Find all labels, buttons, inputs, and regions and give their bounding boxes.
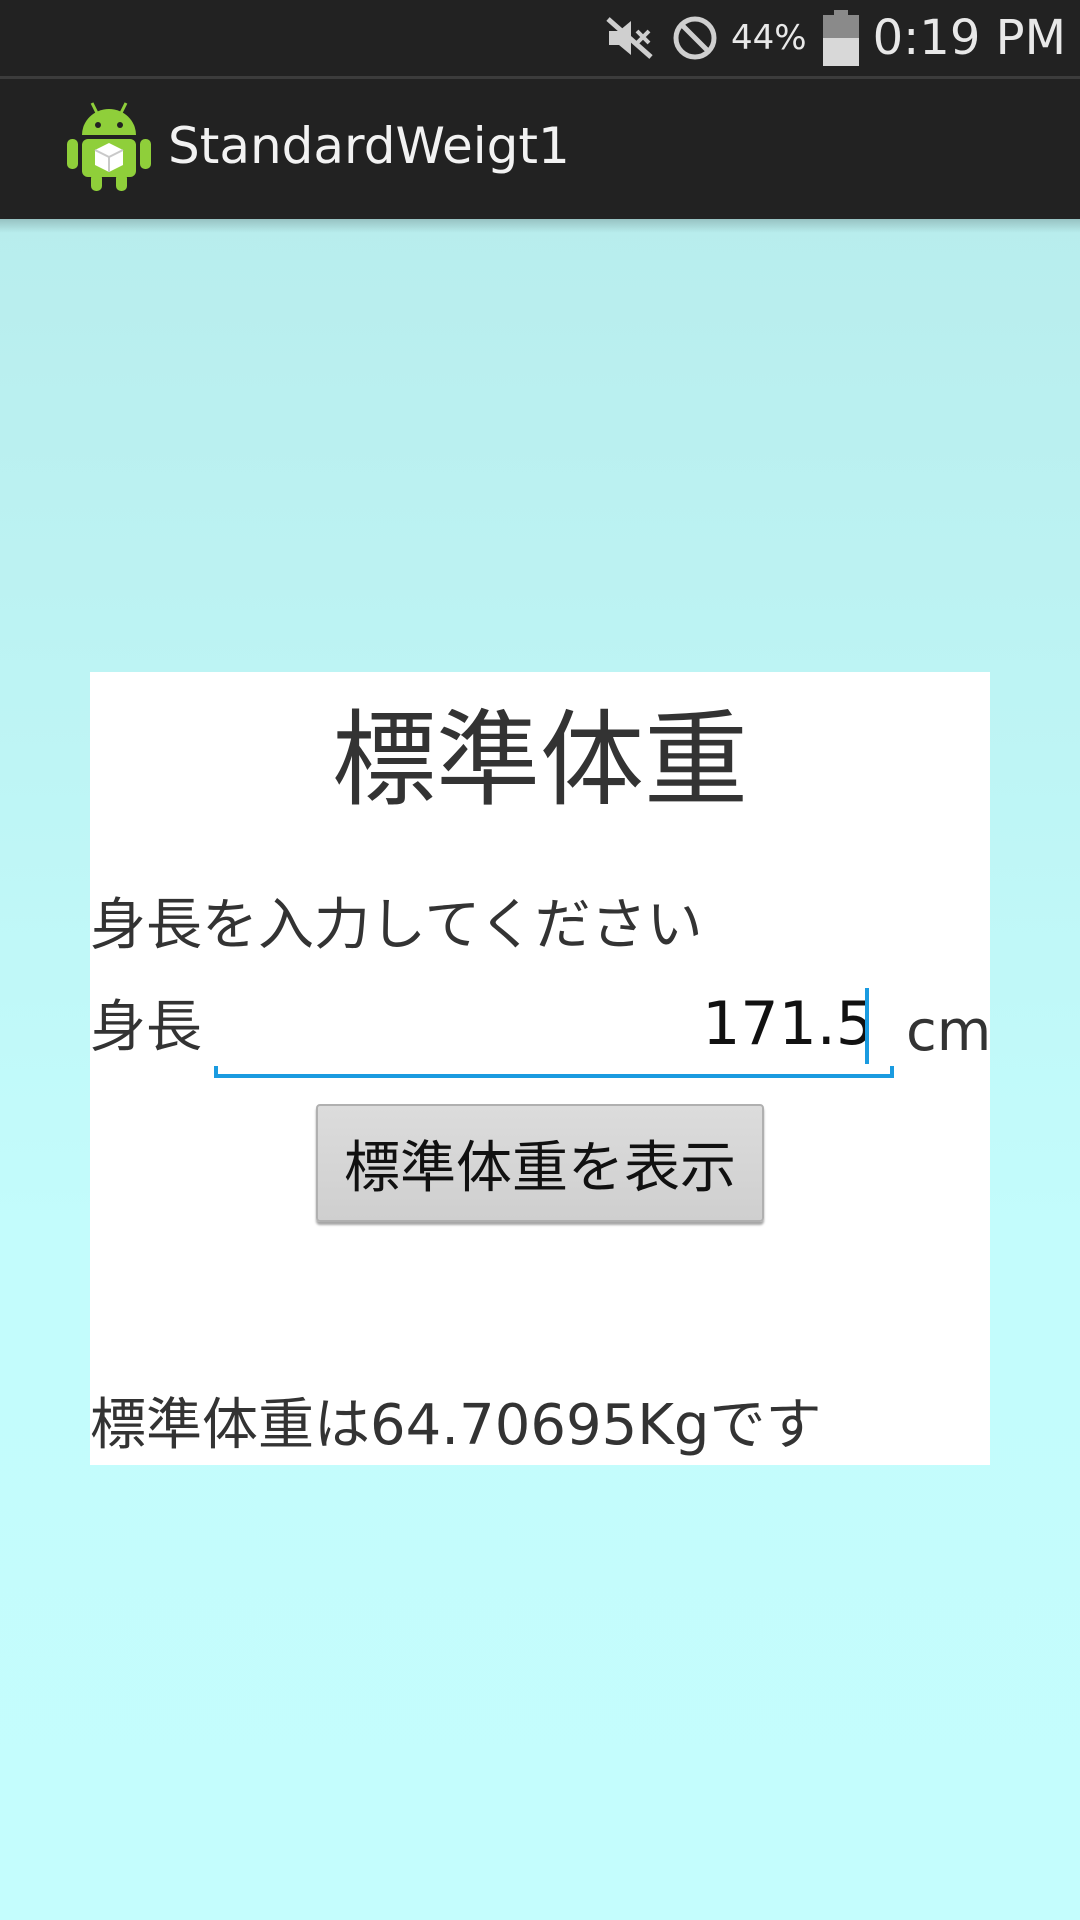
text-caret <box>865 988 869 1064</box>
height-input[interactable] <box>214 984 874 1064</box>
height-input-container <box>214 984 894 1072</box>
battery-percent: 44% <box>731 18 807 58</box>
page-title: 標準体重 <box>331 699 748 821</box>
status-bar: 44% 0:19 PM <box>0 0 1080 76</box>
show-standard-weight-button[interactable]: 標準体重を表示 <box>316 1104 764 1222</box>
android-app-icon[interactable] <box>64 97 154 193</box>
height-label: 身長 <box>90 995 202 1060</box>
app-title: StandardWeigt1 <box>168 117 570 175</box>
status-time: 0:19 PM <box>872 10 1066 66</box>
input-underline-right <box>890 1066 894 1078</box>
battery-icon <box>822 10 859 66</box>
status-icons: 44% 0:19 PM <box>589 0 1066 76</box>
height-unit: cm <box>906 999 992 1064</box>
weight-panel: 標準体重 身長を入力してください 身長 cm 標準体重を表示 標準体重は64.7… <box>90 672 992 1465</box>
blocked-icon <box>671 14 719 62</box>
mute-icon <box>605 15 655 61</box>
input-underline <box>214 1074 894 1078</box>
height-prompt: 身長を入力してください <box>90 893 703 958</box>
action-bar: StandardWeigt1 <box>0 79 1080 219</box>
action-bar-shadow <box>0 219 1080 233</box>
result-text: 標準体重は64.70695Kgです <box>90 1393 822 1458</box>
